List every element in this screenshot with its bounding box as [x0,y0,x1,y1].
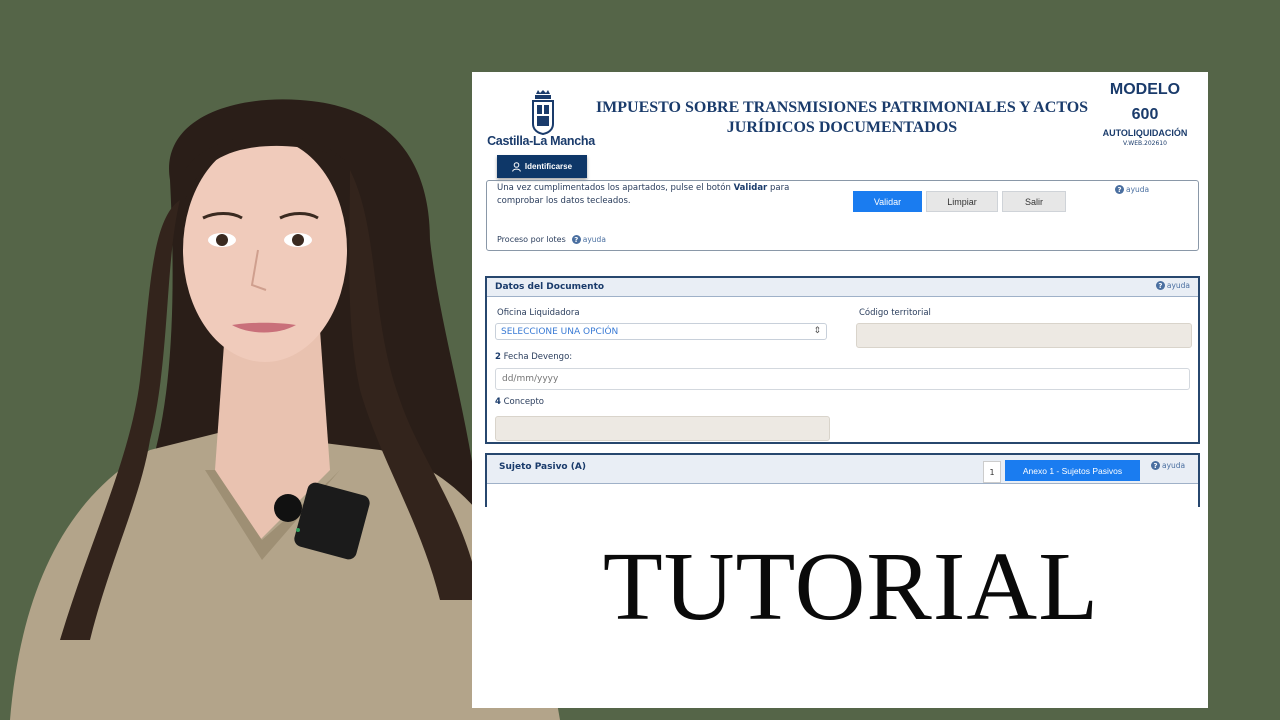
help-icon: ? [1115,185,1124,194]
actions-box: Una vez cumplimentados los apartados, pu… [486,180,1199,251]
codigo-territorial-label: Código territorial [859,308,931,318]
documento-ayuda-label: ayuda [1166,281,1190,290]
sujeto-ayuda-label: ayuda [1162,461,1186,470]
documento-ayuda-link[interactable]: ? ayuda [1155,281,1190,290]
instruction-text: Una vez cumplimentados los apartados, pu… [497,183,790,206]
sujeto-pasivo-section: Sujeto Pasivo (A) 1 Anexo 1 - Sujetos Pa… [485,453,1200,507]
fecha-devengo-label: 2 Fecha Devengo: [495,352,573,362]
login-button-label: Identificarse [524,162,573,171]
logo-caption: Castilla-La Mancha [487,134,595,148]
modelo-label: MODELO [1109,81,1181,98]
tutorial-overlay-title: TUTORIAL [602,533,1100,641]
section-title: Sujeto Pasivo (A) [499,462,586,472]
salir-button[interactable]: Salir [1002,191,1066,212]
datos-documento-section: Datos del Documento ? ayuda Oficina Liqu… [485,276,1200,444]
section-header: Sujeto Pasivo (A) 1 Anexo 1 - Sujetos Pa… [487,455,1198,484]
codigo-territorial-field [856,323,1192,348]
help-icon: ? [571,235,581,244]
sujeto-ayuda-link[interactable]: ? ayuda [1151,461,1185,470]
updown-chevron-icon: ⇕ [813,326,821,336]
section-title: Datos del Documento [495,282,605,292]
oficina-select-value: SELECCIONE UNA OPCIÓN [501,326,619,337]
lotes-ayuda-link[interactable]: ? ayuda [571,235,606,244]
anexo-count: 1 [983,461,1001,483]
concepto-label: 4 Concepto [495,397,544,407]
castilla-la-mancha-crest-icon [532,90,554,136]
page-title: IMPUESTO SOBRE TRANSMISIONES PATRIMONIAL… [595,99,1089,136]
oficina-select[interactable]: SELECCIONE UNA OPCIÓN ⇕ [495,323,827,340]
version-label: V.WEB.202610 [1123,140,1167,147]
limpiar-button[interactable]: Limpiar [926,191,998,212]
ayuda-label: ayuda [1126,185,1150,194]
validar-button[interactable]: Validar [853,191,922,212]
help-icon: ? [1155,281,1165,290]
lotes-ayuda-label: ayuda [582,235,606,244]
user-icon [512,161,521,172]
section-header: Datos del Documento ? ayuda [487,278,1198,297]
modelo-number: 600 [1131,106,1159,123]
oficina-label: Oficina Liquidadora [497,308,580,318]
ayuda-link[interactable]: ? ayuda [1115,185,1149,194]
anexo-sujetos-button[interactable]: Anexo 1 - Sujetos Pasivos [1005,460,1140,481]
modelo-subtitle: AUTOLIQUIDACIÓN [1102,128,1188,138]
lotes-label: Proceso por lotes [497,235,566,244]
fecha-devengo-input[interactable] [495,368,1190,390]
proceso-lotes: Proceso por lotes ? ayuda [497,235,606,244]
login-button[interactable]: Identificarse [497,155,587,178]
help-icon: ? [1151,461,1160,470]
concepto-field [495,416,830,441]
